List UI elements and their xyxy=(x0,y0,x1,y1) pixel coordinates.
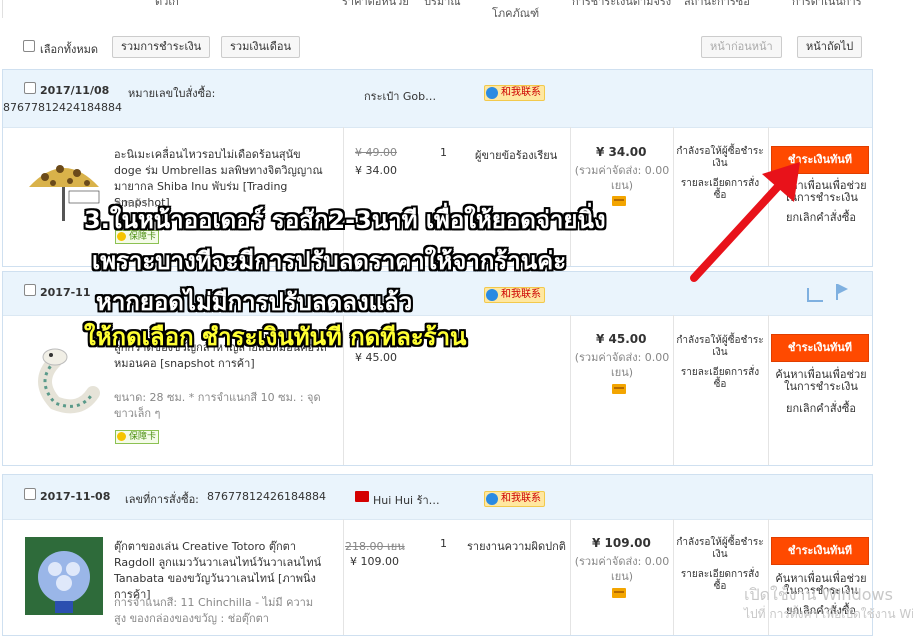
shipping-note: (รวมค่าจัดส่ง: 0.00 เยน) xyxy=(574,555,670,583)
header-action: การดำเนินการ xyxy=(792,0,862,8)
shipping-note: (รวมค่าจัดส่ง: 0.00 เยน) xyxy=(574,164,670,192)
header-quantity: ปริมาณ xyxy=(424,0,461,8)
quantity: 1 xyxy=(440,537,447,550)
order-checkbox[interactable] xyxy=(24,488,36,500)
ask-friend-pay-link[interactable]: ค้นหาเพื่อนเพื่อช่วยในการชำระเงิน xyxy=(769,369,873,393)
pay-now-button[interactable]: ชำระเงินทันที xyxy=(771,334,869,362)
header-unit-price: ราคาต่อหน่วย xyxy=(342,0,409,8)
cancel-order-link[interactable]: ยกเลิกคำสั่งซื้อ xyxy=(769,403,873,415)
order-date: 2017/11/08 xyxy=(40,84,110,97)
wangwang-icon xyxy=(486,493,498,505)
unit-price: ¥ 34.00 xyxy=(355,164,397,177)
unit-price: ¥ 109.00 xyxy=(350,555,399,568)
merge-payment-button[interactable]: รวมการชำระเงิน xyxy=(112,36,211,58)
next-page-button[interactable]: หน้าถัดไป xyxy=(797,36,863,58)
merge-month-button[interactable]: รวมเงินเดือน xyxy=(221,36,301,58)
order-number: 87677812424184884 xyxy=(3,101,122,114)
order-status: กำลังรอให้ผู้ซื้อชำระเงิน xyxy=(676,335,764,358)
select-all-label: เลือกทั้งหมด xyxy=(40,43,99,56)
payment-card-icon xyxy=(612,384,626,394)
prev-page-button[interactable]: หน้าก่อนหน้า xyxy=(701,36,782,58)
shipping-note: (รวมค่าจัดส่ง: 0.00 เยน) xyxy=(574,351,670,379)
header-item: ตัวเก xyxy=(155,0,179,8)
pay-now-button[interactable]: ชำระเงินทันที xyxy=(771,537,869,565)
order-number-label: หมายเลขใบสั่งซื้อ: xyxy=(128,87,216,100)
product-thumbnail[interactable] xyxy=(25,537,103,615)
order-checkbox[interactable] xyxy=(24,82,36,94)
contact-seller-button[interactable]: 和我联系 xyxy=(484,491,545,507)
complaint-link[interactable]: ผู้ขายข้อร้องเรียน xyxy=(475,146,557,164)
guarantee-icon xyxy=(117,432,126,441)
header-status: สถานะการซื้อ xyxy=(684,0,750,8)
divider xyxy=(673,127,674,266)
wangwang-icon xyxy=(486,289,498,301)
product-title-link[interactable]: ตุ๊กตาของเล่น Creative Totoro ตุ๊กตา Rag… xyxy=(114,539,329,603)
product-properties: ขนาด: 28 ซม. * การจำแนกสี 10 ซม. : จุดขา… xyxy=(114,391,321,420)
divider xyxy=(570,315,571,465)
divider xyxy=(673,519,674,635)
payment-card-icon xyxy=(612,588,626,598)
wangwang-icon xyxy=(486,87,498,99)
instruction-line-2: เพราะบางทีจะมีการปรับลดราคาให้จากร้านค่ะ xyxy=(92,247,567,275)
shop-name-link[interactable]: Hui Hui ร้า… xyxy=(373,491,440,509)
original-price: 218.00 เยน xyxy=(345,540,405,553)
shop-name-link[interactable]: กระเป๋า Gob… xyxy=(364,87,436,105)
instruction-line-3: หากยอดไม่มีการปรับลดลงแล้ว xyxy=(96,288,413,316)
quantity: 1 xyxy=(440,146,447,159)
total-price: ¥ 109.00 xyxy=(592,536,651,550)
original-price: ¥ 49.00 xyxy=(355,146,397,159)
order-status: กำลังรอให้ผู้ซื้อชำระเงิน xyxy=(676,537,764,560)
payment-card-icon xyxy=(612,196,626,206)
header-actual-payment: การชำระเงินตามจริง xyxy=(572,0,672,8)
windows-activation-hint: ไปที่ การตั้งค่า เพื่อเปิดใช้งาน Windows xyxy=(744,607,913,621)
contact-seller-button[interactable]: 和我联系 xyxy=(484,287,545,303)
total-price: ¥ 34.00 xyxy=(596,145,647,159)
order-card: 2017-11-08 เลขที่การสั่งซื้อ: 8767781242… xyxy=(2,474,873,636)
order-date: 2017-11-08 xyxy=(40,490,111,503)
contact-seller-button[interactable]: 和我联系 xyxy=(484,85,545,101)
tmall-icon xyxy=(355,491,369,502)
red-arrow-icon xyxy=(690,162,800,282)
order-number-label: เลขที่การสั่งซื้อ: xyxy=(125,493,199,506)
report-link[interactable]: รายงานความผิดปกติ xyxy=(467,537,566,555)
share-icon[interactable] xyxy=(807,288,823,302)
divider xyxy=(673,315,674,465)
product-properties: การจำแนกสี: 11 Chinchilla - ไม่มี ความสู… xyxy=(114,596,314,625)
header-commodity: โภคภัณฑ์ xyxy=(492,7,540,20)
select-all-checkbox[interactable] xyxy=(23,40,35,52)
order-number: 87677812426184884 xyxy=(207,490,326,503)
instruction-line-1: 3.ในหน้าออเดอร์ รอสัก2-3นาที เพื่อให้ยอด… xyxy=(84,206,606,234)
flag-icon[interactable] xyxy=(836,284,848,300)
divider xyxy=(343,519,344,635)
guarantee-badge: 保障卡 xyxy=(115,430,160,444)
divider xyxy=(570,127,571,266)
order-details-link[interactable]: รายละเอียดการสั่งซื้อ xyxy=(676,367,764,391)
order-date: 2017-11 xyxy=(40,286,91,299)
total-price: ¥ 45.00 xyxy=(596,332,647,346)
instruction-line-4: ให้กดเลือก ชำระเงินทันที กดทีละร้าน xyxy=(84,323,467,351)
order-checkbox[interactable] xyxy=(24,284,36,296)
